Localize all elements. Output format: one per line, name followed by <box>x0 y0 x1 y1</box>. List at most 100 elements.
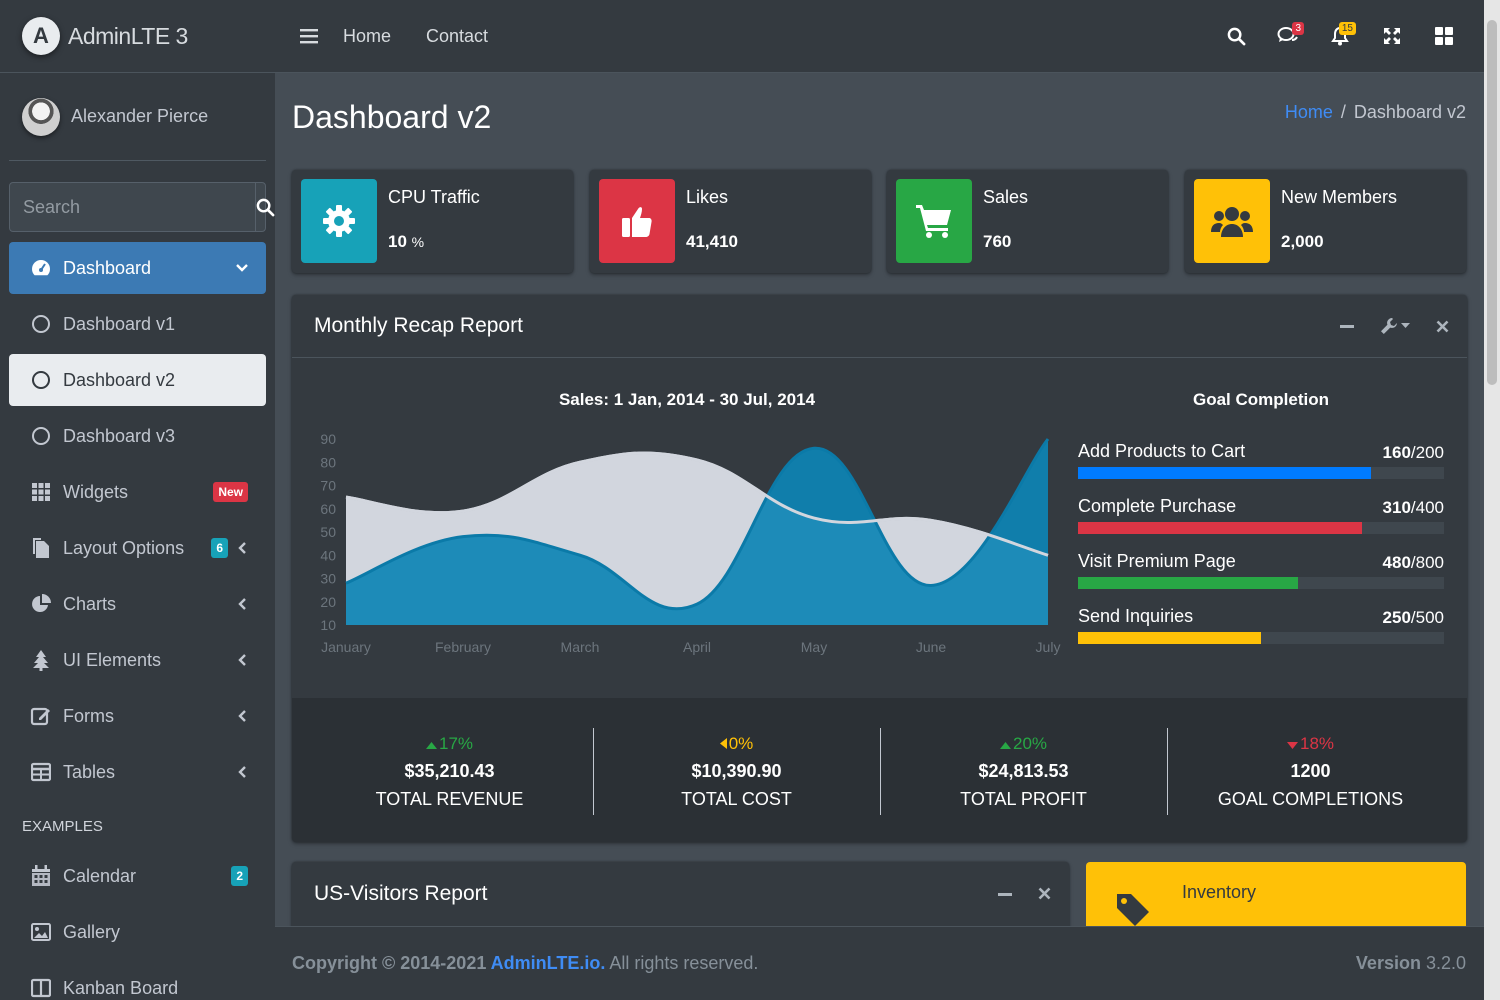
breadcrumb-home[interactable]: Home <box>1285 102 1333 123</box>
caret-up-icon <box>425 734 437 753</box>
breadcrumb-separator: / <box>1340 102 1346 122</box>
description-header: 1200 <box>1290 761 1331 781</box>
sidebar-item-layout-options[interactable]: Layout Options 6 <box>9 522 266 574</box>
notifications-dropdown[interactable]: 15 <box>1314 0 1366 72</box>
main-footer: Copyright © 2014-2021 AdminLTE.io. All r… <box>275 926 1484 1000</box>
close-icon[interactable] <box>1038 887 1051 900</box>
expand-arrows-icon <box>1384 28 1400 44</box>
messages-dropdown[interactable]: 3 <box>1262 0 1314 72</box>
chevron-left-icon <box>238 542 246 554</box>
x-tick-label: February <box>435 639 491 655</box>
count-badge: 2 <box>231 866 248 886</box>
percentage: 20% <box>880 734 1167 754</box>
sidebar-item-dashboard-v1[interactable]: Dashboard v1 <box>9 298 266 350</box>
notifications-badge: 15 <box>1338 22 1356 35</box>
sidebar-item-gallery[interactable]: Gallery <box>9 906 266 958</box>
percentage: 0% <box>593 734 880 754</box>
sidebar-item-calendar[interactable]: Calendar 2 <box>9 850 266 902</box>
sidebar-item-widgets[interactable]: Widgets New <box>9 466 266 518</box>
adminlte-link[interactable]: AdminLTE.io. <box>491 953 606 973</box>
progress-bar <box>1078 632 1444 644</box>
y-tick-label: 60 <box>320 501 336 517</box>
stat-divider <box>880 728 881 815</box>
y-tick-label: 80 <box>320 454 336 470</box>
nav-header-examples: EXAMPLES <box>22 817 103 835</box>
goal-completion-title: Goal Completion <box>1193 390 1329 409</box>
messages-badge: 3 <box>1292 22 1304 35</box>
progress-value: 250/500 <box>1382 608 1444 627</box>
brand-link[interactable]: A AdminLTE 3 <box>0 0 275 73</box>
page-scrollbar[interactable] <box>1484 0 1500 1000</box>
progress-value: 480/800 <box>1382 553 1444 572</box>
y-tick-label: 30 <box>320 571 336 587</box>
sidebar-item-dashboard-v3[interactable]: Dashboard v3 <box>9 410 266 462</box>
sidebar-search-button[interactable] <box>255 183 275 231</box>
sidebar-item-kanban[interactable]: Kanban Board <box>9 962 266 1000</box>
avatar[interactable] <box>22 97 60 136</box>
copyright-text: Copyright © 2014-2021 AdminLTE.io. All r… <box>292 953 758 974</box>
user-name[interactable]: Alexander Pierce <box>71 106 208 127</box>
top-navbar: Home Contact 3 15 <box>275 0 1484 73</box>
info-box-label: Likes <box>686 187 729 207</box>
x-tick-label: January <box>321 639 371 655</box>
caret-up-icon <box>999 734 1011 753</box>
copy-icon <box>29 536 53 560</box>
search-icon <box>1227 27 1245 45</box>
fullscreen-button[interactable] <box>1366 0 1418 72</box>
progress-label: Visit Premium Page <box>1078 551 1236 571</box>
description-text: GOAL COMPLETIONS <box>1217 789 1404 809</box>
nav-link-home[interactable]: Home <box>343 26 391 47</box>
sidebar-search <box>9 182 275 232</box>
progress-value: 310/400 <box>1382 498 1444 517</box>
minus-icon[interactable] <box>998 887 1012 901</box>
control-sidebar-button[interactable] <box>1418 0 1470 72</box>
scrollbar-thumb[interactable] <box>1487 20 1497 385</box>
sidebar-item-label: Dashboard v1 <box>63 313 176 334</box>
progress-bar <box>1078 467 1444 479</box>
sidebar-item-ui-elements[interactable]: UI Elements <box>9 634 266 686</box>
close-icon[interactable] <box>1436 320 1449 333</box>
wrench-dropdown-button[interactable] <box>1380 317 1410 335</box>
stat-divider <box>593 728 594 815</box>
description-text: TOTAL COST <box>681 789 792 809</box>
sidebar-search-input[interactable] <box>10 183 255 231</box>
nav-link-contact[interactable]: Contact <box>426 26 488 47</box>
y-tick-label: 40 <box>320 547 336 563</box>
version-number: 3.2.0 <box>1420 953 1466 973</box>
card-title: Monthly Recap Report <box>314 314 523 337</box>
description-header: $10,390.90 <box>691 761 782 781</box>
user-panel: Alexander Pierce <box>9 73 266 161</box>
sidebar-item-dashboard[interactable]: Dashboard <box>9 242 266 294</box>
version-label: Version <box>1355 953 1421 973</box>
chevron-left-icon <box>238 766 246 778</box>
chevron-left-icon <box>238 598 246 610</box>
monthly-recap-card: Monthly Recap Report Sales: 1 Jan, 2014 … <box>292 295 1467 842</box>
progress-bar <box>1078 522 1444 534</box>
sidebar-item-label: Dashboard v2 <box>63 369 176 390</box>
sidebar-item-tables[interactable]: Tables <box>9 746 266 798</box>
progress-bar-fill <box>1078 632 1261 644</box>
progress-label: Complete Purchase <box>1078 496 1237 516</box>
info-box-number: 41,410 <box>686 232 738 251</box>
x-tick-label: July <box>1036 639 1061 655</box>
minus-icon[interactable] <box>1340 319 1354 333</box>
navbar-search-button[interactable] <box>1210 0 1262 72</box>
version-info: Version 3.2.0 <box>1356 953 1466 974</box>
sidebar-item-label: UI Elements <box>63 649 162 670</box>
card-header: US-Visitors Report <box>292 862 1069 925</box>
info-box-number: 760 <box>983 232 1012 251</box>
progress-bar-fill <box>1078 467 1371 479</box>
description-header: $35,210.43 <box>404 761 495 781</box>
sidebar-item-dashboard-v2[interactable]: Dashboard v2 <box>9 354 266 406</box>
description-text: TOTAL PROFIT <box>960 789 1087 809</box>
chart-title: Sales: 1 Jan, 2014 - 30 Jul, 2014 <box>558 390 816 409</box>
sidebar-item-forms[interactable]: Forms <box>9 690 266 742</box>
sidebar-toggle-button[interactable] <box>275 28 343 44</box>
chevron-left-icon <box>238 710 246 722</box>
page-title: Dashboard v2 <box>292 99 492 135</box>
progress-label: Add Products to Cart <box>1078 441 1246 461</box>
sidebar-item-charts[interactable]: Charts <box>9 578 266 630</box>
info-box-cpu-traffic: CPU Traffic 10 % <box>292 170 573 273</box>
main-sidebar: A AdminLTE 3 Alexander Pierce Dashboard … <box>0 0 275 1000</box>
info-box-number: 2,000 <box>1281 232 1324 251</box>
